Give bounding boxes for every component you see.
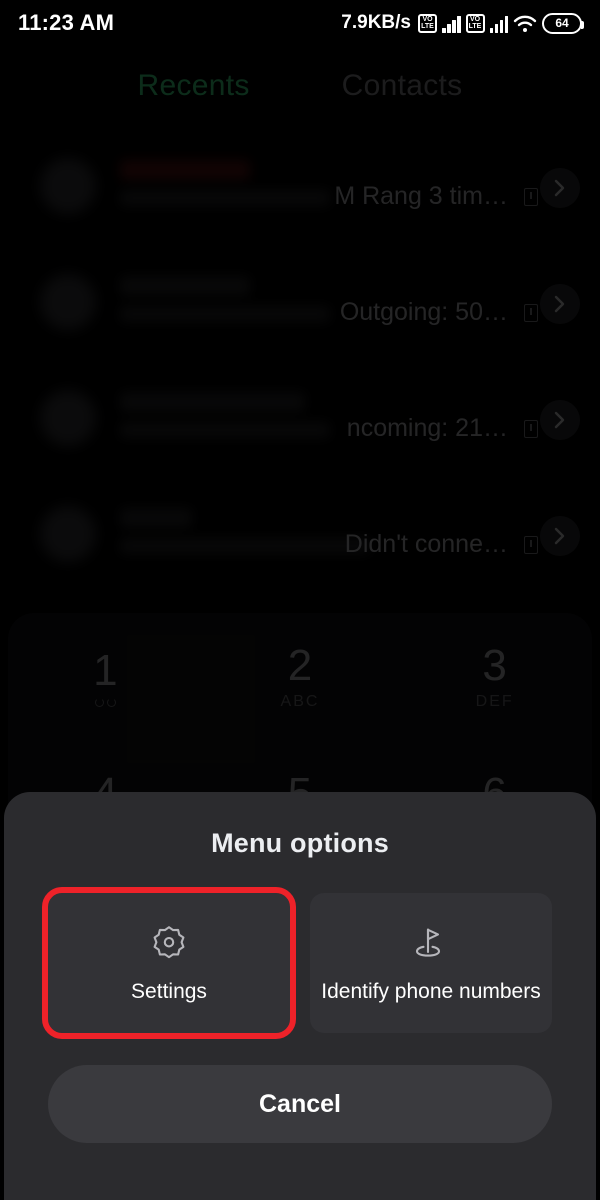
- call-details-button[interactable]: [540, 400, 580, 440]
- volte-icon: VO LTE: [418, 13, 437, 33]
- network-speed-text: 7.9KB/s: [341, 12, 411, 33]
- signal-bars-icon: [442, 14, 461, 33]
- wifi-icon: [513, 14, 537, 33]
- flag-location-icon: [411, 922, 451, 962]
- contact-name-redacted: [120, 160, 250, 180]
- avatar: [40, 390, 96, 446]
- contact-name-redacted: [120, 276, 250, 296]
- dialpad-key-number: 2: [287, 641, 313, 690]
- call-log-row[interactable]: ncoming: 21…: [0, 364, 600, 480]
- volte-label-top: VO: [422, 16, 433, 23]
- dialpad-key-2[interactable]: 2 ABC: [203, 613, 398, 741]
- dialpad-key-number: 3: [482, 641, 507, 690]
- call-log-row[interactable]: Outgoing: 50…: [0, 248, 600, 364]
- sheet-title: Menu options: [211, 828, 389, 858]
- tab-recents[interactable]: Recents: [138, 69, 250, 103]
- status-bar-icons: 7.9KB/s VO LTE VO LTE 64: [341, 12, 584, 34]
- battery-level-text: 64: [555, 16, 569, 30]
- dialpad-key-number: 1: [93, 645, 118, 695]
- battery-icon: 64: [542, 12, 584, 34]
- volte-icon: VO LTE: [465, 13, 485, 33]
- call-details-button[interactable]: [540, 516, 580, 556]
- chevron-right-icon: [554, 411, 565, 429]
- contact-subtitle-redacted: [120, 190, 330, 206]
- contact-name-redacted: [120, 508, 192, 528]
- option-label: Identify phone numbers: [321, 980, 541, 1003]
- avatar: [40, 274, 96, 330]
- volte-label-top: VO: [469, 16, 481, 23]
- identify-phone-numbers-option-button[interactable]: Identify phone numbers: [310, 893, 552, 1033]
- cancel-wrapper: Cancel: [4, 1033, 596, 1143]
- options-row: Settings Identify phone numbers: [4, 859, 596, 1039]
- status-bar-clock: 11:23 AM: [18, 10, 115, 35]
- sim-card-icon: [524, 420, 538, 438]
- call-log-row[interactable]: Didn't conne…: [0, 480, 600, 596]
- phone-screen: Recents Contacts M Rang 3 tim… Outgoing:…: [0, 0, 600, 1200]
- tab-contacts[interactable]: Contacts: [342, 69, 463, 103]
- contact-name-redacted: [120, 392, 305, 412]
- dialpad-key-letters: ABC: [280, 693, 320, 710]
- call-log-row[interactable]: M Rang 3 tim…: [0, 132, 600, 248]
- menu-options-sheet: Menu options Settings Identify phone num…: [4, 792, 596, 1200]
- option-label: Settings: [131, 980, 207, 1003]
- call-log-list: M Rang 3 tim… Outgoing: 50… ncoming: 21……: [0, 132, 600, 596]
- signal-bars-icon: [489, 14, 508, 33]
- dialpad-key-3[interactable]: 3 DEF: [397, 613, 592, 741]
- dialpad-key-1[interactable]: 1: [8, 613, 203, 741]
- call-status-text: Didn't conne…: [344, 530, 508, 558]
- contact-subtitle-redacted: [120, 306, 330, 322]
- call-status-text: M Rang 3 tim…: [334, 182, 508, 210]
- chevron-right-icon: [554, 527, 565, 545]
- call-details-button[interactable]: [540, 168, 580, 208]
- tab-bar: Recents Contacts: [0, 60, 600, 112]
- sim-card-icon: [524, 536, 538, 554]
- call-details-button[interactable]: [540, 284, 580, 324]
- chevron-right-icon: [554, 295, 565, 313]
- dialpad-key-letters: DEF: [475, 693, 514, 710]
- gear-icon: [149, 922, 189, 962]
- avatar: [40, 158, 96, 214]
- sim-card-icon: [524, 304, 538, 322]
- avatar: [40, 506, 96, 562]
- contact-subtitle-redacted: [120, 422, 330, 438]
- sim-card-icon: [524, 188, 538, 206]
- voicemail-icon: [94, 697, 116, 707]
- call-status-text: ncoming: 21…: [346, 414, 508, 442]
- contact-subtitle-redacted: [120, 538, 370, 554]
- cancel-button[interactable]: Cancel: [48, 1065, 552, 1143]
- chevron-right-icon: [554, 179, 565, 197]
- volte-label-bottom: LTE: [421, 23, 434, 30]
- volte-label-bottom: LTE: [468, 23, 482, 30]
- settings-option-button[interactable]: Settings: [42, 887, 296, 1039]
- call-status-text: Outgoing: 50…: [339, 298, 508, 326]
- status-bar: 11:23 AM 7.9KB/s VO LTE VO LTE 64: [0, 0, 600, 46]
